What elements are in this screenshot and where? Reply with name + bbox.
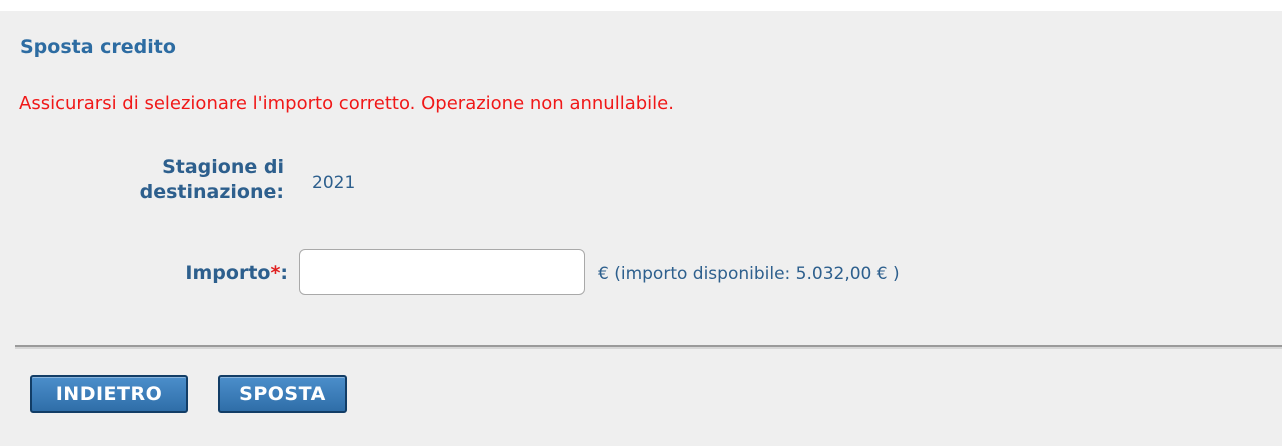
required-marker: * xyxy=(270,262,281,284)
destination-season-value: 2021 xyxy=(312,173,356,193)
warning-message: Assicurarsi di selezionare l'importo cor… xyxy=(19,93,674,114)
available-amount-text: € (importo disponibile: 5.032,00 € ) xyxy=(598,264,900,284)
move-button[interactable]: SPOSTA xyxy=(218,375,347,413)
amount-label-colon: : xyxy=(280,262,288,284)
move-credit-panel: Sposta credito Assicurarsi di selezionar… xyxy=(0,11,1282,446)
amount-label: Importo*: xyxy=(100,261,288,286)
back-button[interactable]: INDIETRO xyxy=(30,375,188,413)
destination-season-label-line1: Stagione di xyxy=(162,156,284,178)
destination-season-label-line2: destinazione: xyxy=(139,181,284,203)
destination-season-label: Stagione di destinazione: xyxy=(100,155,284,205)
section-title: Sposta credito xyxy=(20,36,176,58)
divider xyxy=(15,345,1282,349)
amount-input[interactable] xyxy=(299,249,585,295)
amount-label-text: Importo xyxy=(185,262,271,284)
